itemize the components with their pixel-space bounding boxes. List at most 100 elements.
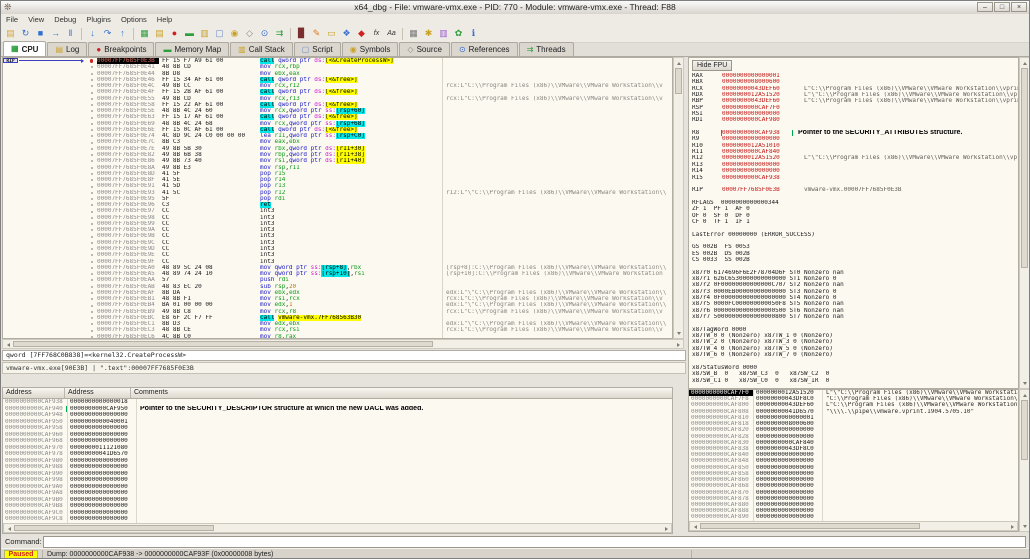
symbols-window-icon[interactable]: ◉ bbox=[228, 27, 241, 40]
dump-header-address2[interactable]: Address bbox=[65, 388, 131, 398]
scroll-right-icon[interactable] bbox=[1008, 522, 1017, 531]
register-row[interactable]: RIP 00007FF7685F0E3B vmware-vmx.00007FF768… bbox=[692, 187, 1018, 193]
scroll-left-icon[interactable] bbox=[4, 524, 13, 533]
stack-hscrollbar[interactable] bbox=[689, 521, 1018, 531]
menu-item-view[interactable]: View bbox=[23, 14, 49, 25]
menu-item-options[interactable]: Options bbox=[116, 14, 152, 25]
register-flags-text: x87TW_6 0 (Nonzero) x87TW_7 0 (Nonzero) bbox=[692, 352, 833, 359]
scroll-up-icon[interactable] bbox=[1020, 390, 1029, 399]
dump-hscroll-thumb[interactable] bbox=[14, 525, 214, 531]
cpu-window-icon[interactable]: ▦ bbox=[138, 27, 151, 40]
dump-hscrollbar[interactable] bbox=[3, 523, 672, 533]
assemble-fx-icon[interactable]: fx bbox=[370, 27, 383, 40]
stack-comment bbox=[822, 514, 1018, 521]
register-name: RIP bbox=[692, 187, 703, 194]
registers-panel[interactable]: Hide FPU RAX 0000000000000001 RBX 000000000… bbox=[688, 57, 1019, 389]
menu-item-help[interactable]: Help bbox=[152, 14, 177, 25]
source-window-icon[interactable]: ◇ bbox=[243, 27, 256, 40]
registers-vscrollbar[interactable] bbox=[1019, 57, 1029, 389]
disasm-info-line: qword [7FF768C0B838]=<kernel32.CreatePro… bbox=[2, 350, 686, 361]
help-icon[interactable]: ℹ bbox=[467, 27, 480, 40]
scroll-left-icon[interactable] bbox=[690, 522, 699, 531]
tab-cpu[interactable]: ▦ CPU bbox=[3, 41, 47, 56]
dump-header-comments[interactable]: Comments bbox=[131, 388, 672, 398]
script-window-icon[interactable]: ▢ bbox=[213, 27, 226, 40]
step-into-icon[interactable]: ↓ bbox=[86, 27, 99, 40]
menu-item-file[interactable]: File bbox=[1, 14, 23, 25]
register-value: 00007FF7685F0E3B bbox=[722, 187, 780, 194]
run-icon[interactable]: → bbox=[49, 27, 62, 40]
run-trace-icon[interactable]: ▉ bbox=[295, 27, 308, 40]
calculator-icon[interactable]: ▦ bbox=[407, 27, 420, 40]
stack-row[interactable]: 0000000000CAF890 0000000000000000 bbox=[689, 514, 1018, 521]
window-controls: – □ × bbox=[977, 2, 1027, 12]
hide-fpu-button[interactable]: Hide FPU bbox=[692, 60, 733, 71]
menu-item-debug[interactable]: Debug bbox=[49, 14, 81, 25]
step-over-icon[interactable]: ↷ bbox=[101, 27, 114, 40]
favourites-icon[interactable]: ✿ bbox=[452, 27, 465, 40]
scroll-down-icon[interactable] bbox=[1020, 379, 1029, 388]
stack-panel[interactable]: 0000000000CAF7F0 0000000012A51520 L"\"C:\\… bbox=[688, 389, 1019, 532]
tab-source[interactable]: ◇ Source bbox=[399, 42, 450, 56]
stop-icon[interactable]: ■ bbox=[34, 27, 47, 40]
scroll-right-icon[interactable] bbox=[662, 524, 671, 533]
erase-icon[interactable]: ◆ bbox=[355, 27, 368, 40]
tab-log[interactable]: ▤ Log bbox=[47, 42, 88, 56]
open-file-icon[interactable]: ▤ bbox=[4, 27, 17, 40]
scroll-down-icon[interactable] bbox=[1020, 522, 1029, 531]
tab-references[interactable]: ⊙ References bbox=[450, 42, 518, 56]
scroll-up-icon[interactable] bbox=[1020, 58, 1029, 67]
stack-vscroll-thumb[interactable] bbox=[1021, 400, 1028, 460]
menu-item-plugins[interactable]: Plugins bbox=[81, 14, 116, 25]
minimize-button[interactable]: – bbox=[977, 2, 993, 12]
register-text-row[interactable]: x87SW_C1 0 x87SW_C0 0 x87SW_IR 0 bbox=[692, 378, 1018, 384]
tab-symbols[interactable]: ◉ Symbols bbox=[341, 42, 399, 56]
font-icon[interactable]: Aa bbox=[385, 27, 398, 40]
register-flags-text: x87SW_C1 0 x87SW_C0 0 x87SW_IR 0 bbox=[692, 377, 830, 384]
graph-icon[interactable]: ▥ bbox=[437, 27, 450, 40]
stack-hscroll-thumb[interactable] bbox=[700, 523, 920, 529]
close-button[interactable]: × bbox=[1011, 2, 1027, 12]
pause-icon[interactable]: ‖ bbox=[64, 27, 77, 40]
command-input[interactable] bbox=[43, 536, 1026, 548]
disasm-hscroll-thumb[interactable] bbox=[13, 341, 433, 347]
threads-window-icon[interactable]: ⇉ bbox=[273, 27, 286, 40]
stack-vscrollbar[interactable] bbox=[1019, 389, 1029, 532]
tab-threads[interactable]: ⇉ Threads bbox=[518, 42, 574, 56]
scroll-right-icon[interactable] bbox=[674, 340, 683, 349]
tab-call-stack[interactable]: ▥ Call Stack bbox=[230, 42, 293, 56]
stack-address: 0000000000CAF890 bbox=[691, 514, 749, 521]
memory-map-window-icon[interactable]: ▬ bbox=[183, 27, 196, 40]
scroll-up-icon[interactable] bbox=[674, 58, 683, 67]
scroll-down-icon[interactable] bbox=[674, 329, 683, 338]
label-icon[interactable]: ❖ bbox=[340, 27, 353, 40]
maximize-button[interactable]: □ bbox=[994, 2, 1010, 12]
dump-row[interactable]: 0000000000CAF9C8 0000000000000000 bbox=[3, 516, 672, 523]
register-comment: L"\"C:\\Program Files (x86)\\VMware\\VMw… bbox=[804, 155, 1018, 162]
edit-patch-icon[interactable]: ✎ bbox=[310, 27, 323, 40]
step-out-icon[interactable]: ↑ bbox=[116, 27, 129, 40]
dump-panel[interactable]: Address Address Comments 0000000000CAF93… bbox=[2, 387, 673, 534]
scroll-left-icon[interactable] bbox=[3, 340, 12, 349]
references-window-icon[interactable]: ⊙ bbox=[258, 27, 271, 40]
disasm-vscroll-thumb[interactable] bbox=[675, 68, 682, 94]
tab-memory-map[interactable]: ▬ Memory Map bbox=[155, 42, 230, 56]
title-bar[interactable]: ❊ x64_dbg - File: vmware-vmx.exe - PID: … bbox=[1, 1, 1029, 15]
threads-icon: ⇉ bbox=[526, 44, 534, 54]
comment-icon[interactable]: ▭ bbox=[325, 27, 338, 40]
window-title: x64_dbg - File: vmware-vmx.exe - PID: 77… bbox=[354, 2, 676, 12]
disasm-hscrollbar[interactable] bbox=[2, 339, 684, 349]
dump-header-address1[interactable]: Address bbox=[3, 388, 65, 398]
settings-icon[interactable]: ✱ bbox=[422, 27, 435, 40]
disasm-vscrollbar[interactable] bbox=[673, 57, 684, 339]
registers-vscroll-thumb[interactable] bbox=[1021, 68, 1028, 268]
tab-script[interactable]: ▢ Script bbox=[293, 42, 341, 56]
restart-icon[interactable]: ↻ bbox=[19, 27, 32, 40]
breakpoints-window-icon[interactable]: ● bbox=[168, 27, 181, 40]
disassembly-panel[interactable]: 00007FF7685F0E3B FF 15 F7 A9 61 00 call qw… bbox=[2, 57, 673, 339]
tab-breakpoints[interactable]: ● Breakpoints bbox=[88, 42, 155, 56]
call-stack-window-icon[interactable]: ▥ bbox=[198, 27, 211, 40]
paused-status-badge: Paused bbox=[4, 550, 38, 558]
log-window-icon[interactable]: ▤ bbox=[153, 27, 166, 40]
toolbar-separator bbox=[402, 27, 403, 40]
